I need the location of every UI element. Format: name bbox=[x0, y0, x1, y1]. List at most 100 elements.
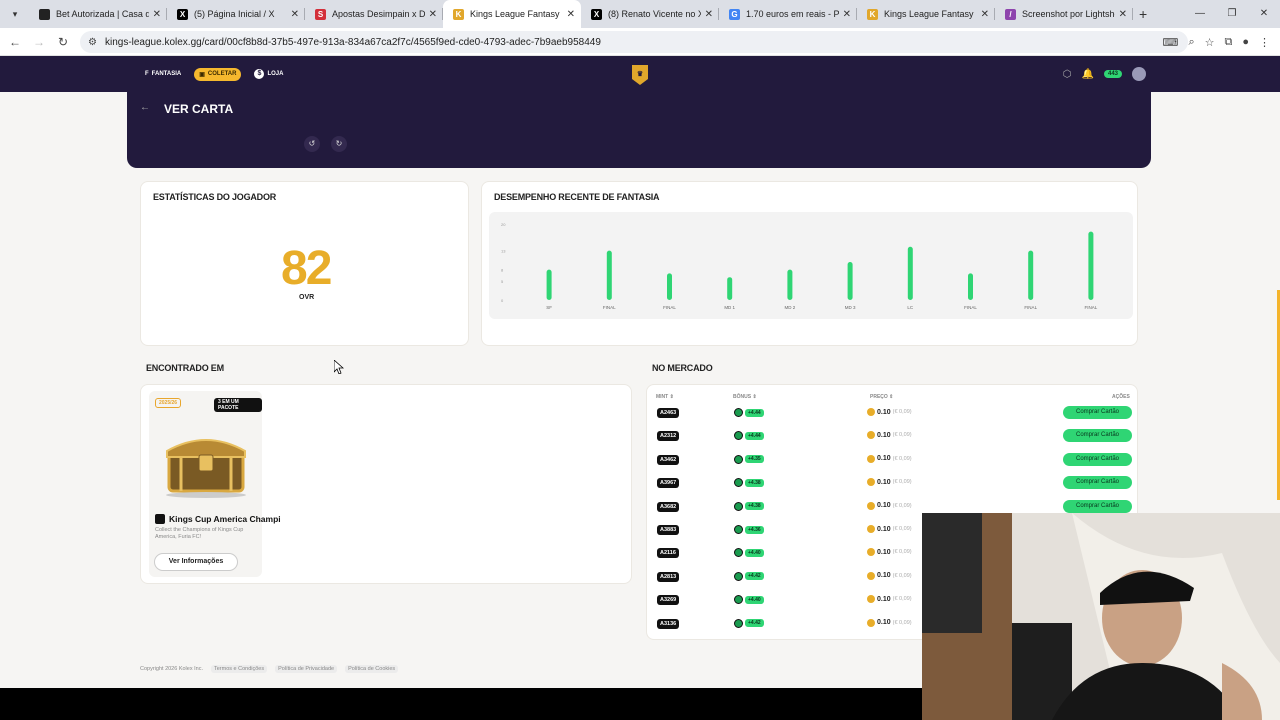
bonus-cell: +4.40 bbox=[734, 595, 764, 605]
tab-close-icon[interactable]: ✕ bbox=[291, 9, 299, 20]
forward-arrow-icon[interactable]: → bbox=[27, 35, 51, 49]
rotate-right-icon[interactable]: ↻ bbox=[331, 136, 347, 152]
restore-button[interactable]: ❐ bbox=[1216, 0, 1248, 28]
bookmark-star-icon[interactable]: ☆ bbox=[1205, 36, 1215, 49]
chart-bar[interactable] bbox=[787, 269, 793, 300]
found-title: ENCONTRADO EM bbox=[146, 363, 224, 373]
performance-chart-area: 0 5 8 13 20 SF FINAL FINAL MD 1 MD 2 MD 3 LC FINAL FI… bbox=[489, 212, 1133, 319]
mint-badge: A3136 bbox=[657, 618, 680, 629]
zoom-icon[interactable]: ⌕ bbox=[1188, 36, 1194, 49]
cookies-link[interactable]: Política de Cookies bbox=[345, 665, 399, 673]
close-window-button[interactable]: ✕ bbox=[1248, 0, 1280, 28]
browser-tab-strip: ▾ Bet Autorizada | Casa de ✕ X (5) Página I… bbox=[0, 0, 1280, 28]
chart-bar[interactable] bbox=[606, 250, 612, 300]
browser-tab[interactable]: Bet Autorizada | Casa de ✕ bbox=[29, 0, 167, 28]
bonus-cell: +4.38 bbox=[734, 501, 764, 511]
tab-title: Kings League Fantasy bbox=[884, 9, 974, 19]
browser-tab[interactable]: / Screenshot por Lightshot ✕ bbox=[995, 0, 1133, 28]
tab-close-icon[interactable]: ✕ bbox=[705, 9, 713, 20]
chart-bar[interactable] bbox=[546, 269, 552, 300]
top-navigation: F FANTASIA ▣ COLETAR $ LOJA ♛ ⬡ 🔔 443 bbox=[0, 56, 1280, 92]
tab-close-icon[interactable]: ✕ bbox=[843, 9, 851, 20]
translate-icon[interactable]: ⌨ bbox=[1163, 36, 1179, 49]
profile-icon[interactable]: ● bbox=[1242, 36, 1249, 48]
kings-league-logo[interactable]: ♛ bbox=[632, 65, 648, 85]
tab-close-icon[interactable]: ✕ bbox=[153, 9, 161, 20]
browser-tab[interactable]: G 1.70 euros em reais - Pes ✕ bbox=[719, 0, 857, 28]
browser-tab[interactable]: X (5) Página Inicial / X ✕ bbox=[167, 0, 305, 28]
browser-tab[interactable]: K Kings League Fantasy ✕ bbox=[857, 0, 995, 28]
nav-coletar[interactable]: ▣ COLETAR bbox=[194, 67, 242, 81]
bonus-value: +4.42 bbox=[745, 619, 764, 628]
pack-card[interactable]: 2025/26 3 EM UM PACOTE Kings Cup America… bbox=[149, 391, 281, 577]
performance-chart: 0 5 8 13 20 SF FINAL FINAL MD 1 MD 2 MD 3 LC FINAL FI… bbox=[501, 222, 1098, 310]
tab-close-icon[interactable]: ✕ bbox=[981, 9, 989, 20]
tab-close-icon[interactable]: ✕ bbox=[429, 9, 437, 20]
chart-bar[interactable] bbox=[847, 262, 853, 300]
rotate-left-icon[interactable]: ↺ bbox=[304, 136, 320, 152]
buy-card-button[interactable]: Comprar Cartão bbox=[1063, 429, 1132, 443]
site-info-icon[interactable]: ⚙ bbox=[88, 37, 97, 48]
market-row: A2312 +4.44 0.10 (€ 0,09) Comprar Cartão bbox=[654, 428, 1134, 444]
bonus-icon bbox=[734, 618, 743, 628]
tab-close-icon[interactable]: ✕ bbox=[567, 9, 575, 20]
back-arrow-icon[interactable]: ← bbox=[140, 102, 150, 113]
notification-badge[interactable]: 443 bbox=[1103, 70, 1122, 78]
mouse-cursor bbox=[334, 360, 344, 374]
extensions-icon[interactable]: ⧉ bbox=[1224, 36, 1232, 49]
user-avatar[interactable] bbox=[1132, 67, 1146, 81]
x-tick-label: FINAL bbox=[603, 305, 616, 310]
privacy-link[interactable]: Política de Privacidade bbox=[275, 665, 338, 673]
bonus-icon bbox=[734, 548, 743, 558]
chart-bar[interactable] bbox=[667, 273, 672, 300]
back-arrow-icon[interactable]: ← bbox=[3, 35, 27, 49]
chrome-menu-icon[interactable]: ⋮ bbox=[1259, 36, 1270, 49]
buy-card-button[interactable]: Comprar Cartão bbox=[1063, 406, 1132, 419]
price-header[interactable]: PREÇO ⇕ bbox=[870, 394, 893, 400]
view-info-button[interactable]: Ver Informações bbox=[154, 553, 238, 571]
performance-title: DESEMPENHO RECENTE DE FANTASIA bbox=[494, 192, 660, 202]
buy-card-button[interactable]: Comprar Cartão bbox=[1063, 476, 1132, 490]
price-eur: (€ 0,09) bbox=[892, 409, 912, 415]
mint-header[interactable]: MINT ⇕ bbox=[656, 394, 674, 400]
chart-bar[interactable] bbox=[907, 246, 913, 300]
pack-name: Kings Cup America Champi bbox=[155, 514, 281, 524]
price-cell: 0.10 (€ 0,09) bbox=[867, 454, 912, 463]
new-tab-button[interactable]: + bbox=[1139, 6, 1147, 22]
bonus-icon bbox=[734, 525, 743, 534]
mint-badge: A2813 bbox=[657, 571, 680, 582]
url-field[interactable]: ⚙ kings-league.kolex.gg/card/00cf8b8d-37… bbox=[80, 31, 1188, 53]
browser-tab[interactable]: S Apostas Desimpain x Dib ✕ bbox=[305, 0, 443, 28]
address-bar-row: ← → ↻ ⚙ kings-league.kolex.gg/card/00cf8… bbox=[0, 28, 1280, 56]
bonus-cell: +4.40 bbox=[734, 548, 764, 558]
nav-fantasia[interactable]: F FANTASIA bbox=[140, 68, 186, 80]
buy-card-button[interactable]: Comprar Cartão bbox=[1063, 499, 1132, 513]
ovr-label: OVR bbox=[299, 294, 315, 301]
price-eur: (€ 0,09) bbox=[892, 502, 912, 509]
bonus-value: +4.35 bbox=[745, 455, 764, 464]
browser-tab[interactable]: K Kings League Fantasy ✕ bbox=[443, 0, 581, 28]
nav-loja[interactable]: $ LOJA bbox=[249, 66, 288, 82]
x-tick-label: SF bbox=[546, 305, 552, 310]
bonus-header[interactable]: BÔNUS ⇕ bbox=[733, 394, 757, 400]
browser-tab[interactable]: X (8) Renato Vicente no X: ✕ bbox=[581, 0, 719, 28]
tab-search-button[interactable]: ▾ bbox=[3, 3, 27, 25]
chart-bar[interactable] bbox=[968, 273, 973, 300]
bonus-cell: +4.36 bbox=[734, 525, 764, 534]
tab-close-icon[interactable]: ✕ bbox=[1119, 9, 1127, 20]
reload-icon[interactable]: ↻ bbox=[51, 35, 75, 49]
price-value: 0.10 bbox=[877, 408, 891, 416]
buy-card-button[interactable]: Comprar Cartão bbox=[1063, 452, 1132, 466]
terms-link[interactable]: Termos e Condições bbox=[210, 665, 268, 673]
coin-icon bbox=[867, 454, 875, 463]
cube-icon[interactable]: ⬡ bbox=[1063, 69, 1072, 80]
x-tick-label: FINAL bbox=[1024, 305, 1037, 310]
chart-bar[interactable] bbox=[1088, 231, 1094, 300]
chart-bar[interactable] bbox=[727, 277, 733, 300]
bell-icon[interactable]: 🔔 bbox=[1082, 69, 1094, 80]
mint-badge: A2116 bbox=[657, 548, 679, 559]
market-row: A3967 +4.38 0.10 (€ 0,09) Comprar Cartão bbox=[654, 475, 1134, 491]
price-value: 0.10 bbox=[877, 431, 891, 439]
minimize-button[interactable]: — bbox=[1184, 0, 1216, 28]
chart-bar[interactable] bbox=[1028, 250, 1034, 300]
